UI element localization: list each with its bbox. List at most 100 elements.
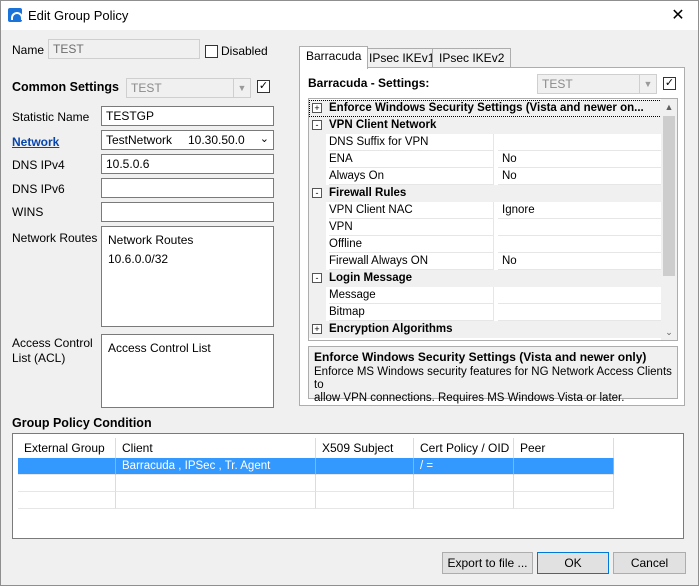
grid-property-name: Bitmap [329, 304, 494, 321]
grid-scrollbar[interactable]: ▲ ⌄ [661, 99, 677, 340]
dns-ipv4-input[interactable]: 10.5.0.6 [101, 154, 274, 174]
grid-property-name: ENA [329, 151, 494, 168]
chevron-down-icon: ▼ [233, 79, 250, 97]
close-icon[interactable]: ✕ [668, 5, 688, 25]
acl-list[interactable]: Access Control List [101, 334, 274, 408]
table-row-empty[interactable] [18, 492, 615, 509]
statistic-name-input[interactable]: TESTGP [101, 106, 274, 126]
grid-category-name: Enforce Windows Security Settings (Vista… [329, 102, 644, 114]
grid-property-value[interactable]: No [498, 253, 662, 270]
grid-property-row[interactable]: Offline [309, 236, 662, 253]
grid-gutter [309, 219, 326, 236]
common-settings-combo: TEST ▼ [126, 78, 251, 98]
grid-property-value[interactable]: No [498, 151, 662, 168]
grid-property-name: Offline [329, 236, 494, 253]
collapse-icon[interactable]: - [312, 273, 322, 283]
network-routes-label: Network Routes [12, 231, 98, 245]
grid-category-name: Encryption Algorithms [329, 323, 453, 335]
description-line1: Enforce MS Windows security features for… [314, 366, 672, 391]
grid-property-row[interactable]: Always On No [309, 168, 662, 185]
grid-category-row[interactable]: - Login Message [309, 270, 662, 287]
list-item[interactable]: Network Routes [108, 231, 267, 250]
disabled-checkbox[interactable] [205, 45, 218, 58]
grid-property-name: Firewall Always ON [329, 253, 494, 270]
cancel-button[interactable]: Cancel [613, 552, 686, 574]
common-settings-label: Common Settings [12, 80, 119, 94]
grid-gutter [309, 202, 326, 219]
network-routes-list[interactable]: Network Routes 10.6.0.0/32 [101, 226, 274, 327]
cell-cert-policy: / = [414, 458, 514, 475]
list-item[interactable]: Access Control List [108, 339, 267, 358]
scroll-thumb[interactable] [663, 116, 675, 276]
wins-input[interactable] [101, 202, 274, 222]
column-header-external-group[interactable]: External Group [18, 438, 116, 458]
window-title: Edit Group Policy [28, 8, 129, 23]
barracuda-settings-combo: TEST ▼ [537, 74, 657, 94]
dns-ipv4-label: DNS IPv4 [12, 158, 65, 172]
description-title: Enforce Windows Security Settings (Vista… [314, 350, 647, 364]
app-icon [8, 8, 23, 22]
table-row-empty[interactable] [18, 475, 615, 492]
acl-label-line2: List (ACL) [12, 351, 66, 365]
grid-property-row[interactable]: Message [309, 287, 662, 304]
scroll-up-icon[interactable]: ▲ [661, 99, 677, 115]
dns-ipv6-input[interactable] [101, 178, 274, 198]
expand-icon[interactable]: + [312, 103, 322, 113]
grid-property-row[interactable]: ENA No [309, 151, 662, 168]
cell-external-group [18, 458, 116, 475]
disabled-label: Disabled [221, 44, 268, 58]
column-header-client[interactable]: Client [116, 438, 316, 458]
table-row[interactable]: Barracuda , IPSec , Tr. Agent / = [18, 458, 615, 475]
chevron-down-icon: ⌄ [259, 133, 269, 145]
grid-gutter [309, 134, 326, 151]
grid-property-value[interactable]: No [498, 168, 662, 185]
empty-cell [414, 492, 514, 509]
grid-property-row[interactable]: VPN Client NAC Ignore [309, 202, 662, 219]
network-link[interactable]: Network [12, 135, 59, 149]
grid-property-name: Always On [329, 168, 494, 185]
column-header-peer[interactable]: Peer [514, 438, 614, 458]
network-combo[interactable]: TestNetwork 10.30.50.0 ⌄ [101, 130, 274, 150]
collapse-icon[interactable]: - [312, 120, 322, 130]
grid-property-row[interactable]: VPN [309, 219, 662, 236]
tab-ipsec-ikev2[interactable]: IPsec IKEv2 [432, 48, 512, 68]
grid-property-value[interactable] [498, 236, 662, 253]
tab-ipsec-ikev1[interactable]: IPsec IKEv1 [362, 48, 442, 68]
column-header-cert-policy[interactable]: Cert Policy / OID [414, 438, 514, 458]
group-policy-condition-label: Group Policy Condition [12, 416, 152, 430]
collapse-icon[interactable]: - [312, 188, 322, 198]
dns-ipv6-label: DNS IPv6 [12, 182, 65, 196]
grid-category-row[interactable]: + Enforce Windows Security Settings (Vist… [309, 100, 662, 117]
empty-cell [18, 475, 116, 492]
tab-barracuda[interactable]: Barracuda [299, 46, 369, 69]
empty-cell [514, 475, 614, 492]
grid-category-row[interactable]: + Encryption Algorithms [309, 321, 662, 338]
edit-group-policy-dialog: Edit Group Policy ✕ Name TEST Disabled C… [0, 0, 699, 586]
name-label: Name [12, 43, 45, 57]
description-line2: allow VPN connections. Requires MS Windo… [314, 392, 625, 404]
grid-property-row[interactable]: Firewall Always ON No [309, 253, 662, 270]
grid-property-value[interactable] [498, 219, 662, 236]
condition-table[interactable]: External Group Client X509 Subject Cert … [12, 433, 684, 539]
export-to-file-button[interactable]: Export to file ... [442, 552, 533, 574]
grid-property-row[interactable]: Bitmap [309, 304, 662, 321]
property-grid[interactable]: + Enforce Windows Security Settings (Vist… [308, 98, 678, 341]
scroll-down-icon[interactable]: ⌄ [661, 324, 677, 340]
ok-button[interactable]: OK [537, 552, 609, 574]
grid-property-row[interactable]: DNS Suffix for VPN [309, 134, 662, 151]
expand-icon[interactable]: + [312, 324, 322, 334]
grid-category-row[interactable]: - Firewall Rules [309, 185, 662, 202]
barracuda-settings-value: TEST [542, 77, 573, 91]
grid-category-name: Firewall Rules [329, 187, 407, 199]
grid-gutter [309, 304, 326, 321]
grid-property-value[interactable] [498, 287, 662, 304]
grid-property-value[interactable]: Ignore [498, 202, 662, 219]
list-item[interactable]: 10.6.0.0/32 [108, 250, 267, 269]
grid-property-value[interactable] [498, 134, 662, 151]
common-settings-checkbox[interactable]: ✓ [257, 80, 270, 93]
grid-category-row[interactable]: - VPN Client Network [309, 117, 662, 134]
column-header-x509-subject[interactable]: X509 Subject [316, 438, 414, 458]
grid-property-value[interactable] [498, 304, 662, 321]
barracuda-settings-checkbox[interactable]: ✓ [663, 77, 676, 90]
empty-cell [414, 475, 514, 492]
